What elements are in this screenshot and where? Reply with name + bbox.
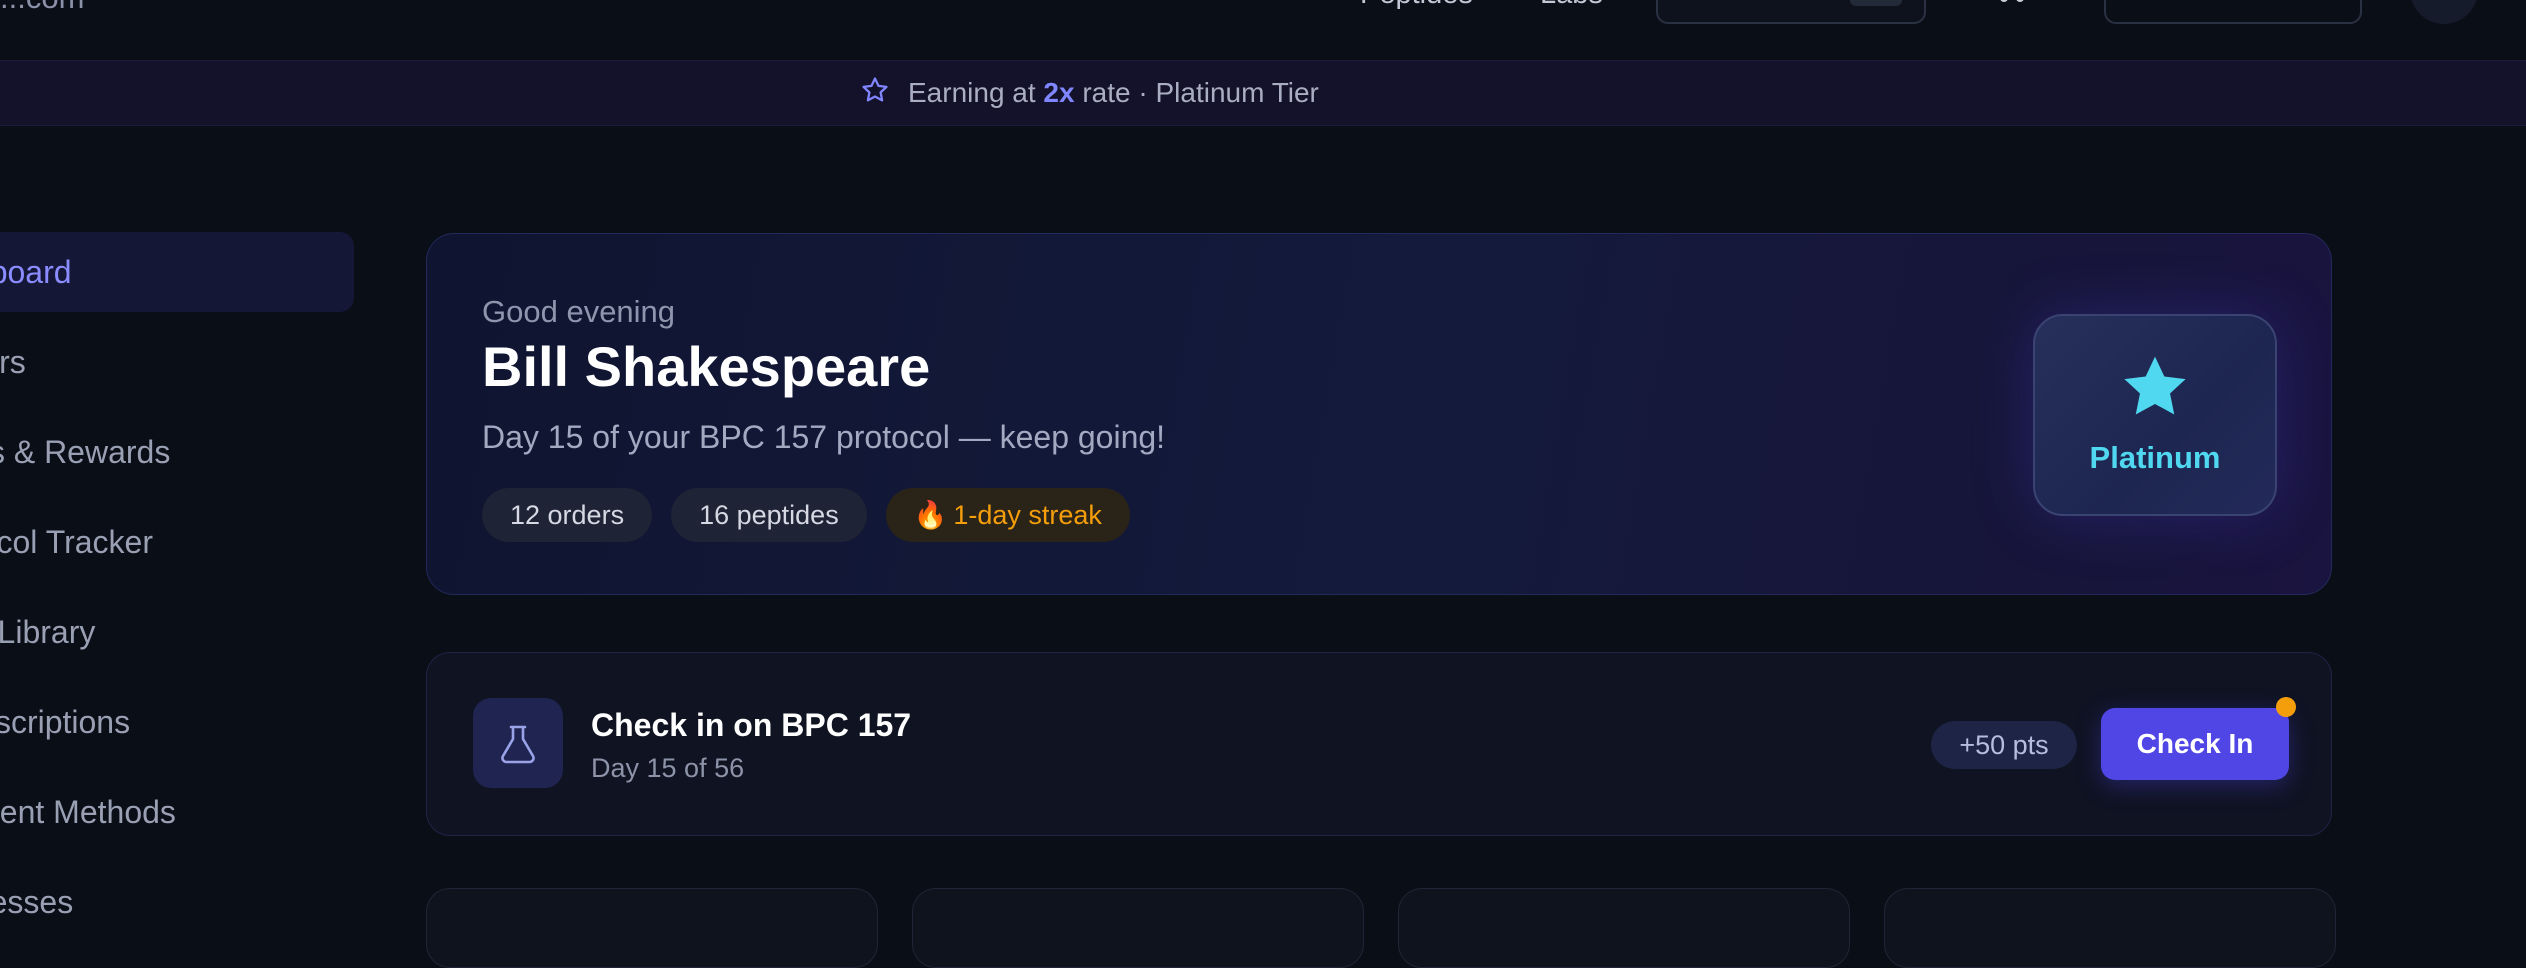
stat-card[interactable] <box>912 888 1364 968</box>
sidebar-item-label: Payment Methods <box>0 793 176 830</box>
checkin-card: Check in on BPC 157 Day 15 of 56 +50 pts… <box>426 652 2332 836</box>
stat-card[interactable] <box>1884 888 2336 968</box>
account-select[interactable] <box>2104 0 2362 24</box>
protocol-progress-text: Day 15 of your BPC 157 protocol — keep g… <box>482 419 1166 455</box>
check-in-button[interactable]: Check In <box>2101 708 2289 780</box>
stat-card[interactable] <box>426 888 878 968</box>
top-nav: ...com Peptides Labs <box>0 0 2526 61</box>
peptides-count-badge: 16 peptides <box>671 488 867 542</box>
sidebar-item-label: Protocol Tracker <box>0 523 153 560</box>
stat-card[interactable] <box>1398 888 1850 968</box>
welcome-card: Good evening Bill Shakespeare Day 15 of … <box>426 233 2332 595</box>
user-name: Bill Shakespeare <box>482 335 931 398</box>
logo-text[interactable]: ...com <box>0 0 84 16</box>
notification-dot <box>2276 697 2296 717</box>
sidebar-item-protocol-tracker[interactable]: Protocol Tracker <box>0 502 354 582</box>
sidebar-item-dashboard[interactable]: Dashboard <box>0 232 354 312</box>
sidebar-item-addresses[interactable]: Addresses <box>0 862 354 942</box>
streak-badge: 🔥 1-day streak <box>885 488 1130 542</box>
checkin-subtitle: Day 15 of 56 <box>591 753 745 783</box>
sidebar-item-label: Points & Rewards <box>0 433 171 470</box>
sidebar-item-orders[interactable]: Orders <box>0 322 354 402</box>
earning-banner: Earning at 2x rate · Platinum Tier <box>0 60 2526 126</box>
sidebar-item-label: My Library <box>0 613 96 650</box>
sidebar-item-label: Subscriptions <box>0 703 131 740</box>
flask-icon <box>473 698 563 788</box>
star-icon <box>2121 354 2189 425</box>
keyboard-shortcut-hint <box>1850 0 1902 6</box>
avatar[interactable] <box>2410 0 2478 24</box>
fire-icon: 🔥 <box>913 500 948 530</box>
sidebar-item-label: Addresses <box>0 883 74 920</box>
stats-pills: 12 orders 16 peptides 🔥 1-day streak <box>482 488 1130 542</box>
sidebar-item-label: Dashboard <box>0 253 72 290</box>
sidebar-item-subscriptions[interactable]: Subscriptions <box>0 682 354 762</box>
points-badge: +50 pts <box>1931 721 2077 769</box>
orders-count-badge: 12 orders <box>482 488 653 542</box>
sidebar-item-my-library[interactable]: My Library <box>0 592 354 672</box>
sidebar-item-points-rewards[interactable]: Points & Rewards <box>0 412 354 492</box>
nav-link-peptides[interactable]: Peptides <box>1360 0 1473 11</box>
sidebar-item-label: Orders <box>0 343 26 380</box>
streak-label: 1-day streak <box>953 499 1102 530</box>
tier-label: Platinum <box>2089 440 2221 475</box>
banner-prefix: Earning at <box>908 77 1036 108</box>
star-outline-icon <box>860 75 890 112</box>
search-input[interactable] <box>1656 0 1926 24</box>
tier-badge: Platinum <box>2033 314 2277 516</box>
sidebar-item-payment-methods[interactable]: Payment Methods <box>0 772 354 852</box>
notifications-icon[interactable] <box>1986 0 2026 10</box>
banner-suffix: rate · Platinum Tier <box>1082 77 1319 108</box>
nav-link-labs[interactable]: Labs <box>1540 0 1603 11</box>
checkin-title: Check in on BPC 157 <box>591 707 912 743</box>
banner-multiplier: 2x <box>1043 77 1075 108</box>
greeting: Good evening <box>482 294 676 329</box>
